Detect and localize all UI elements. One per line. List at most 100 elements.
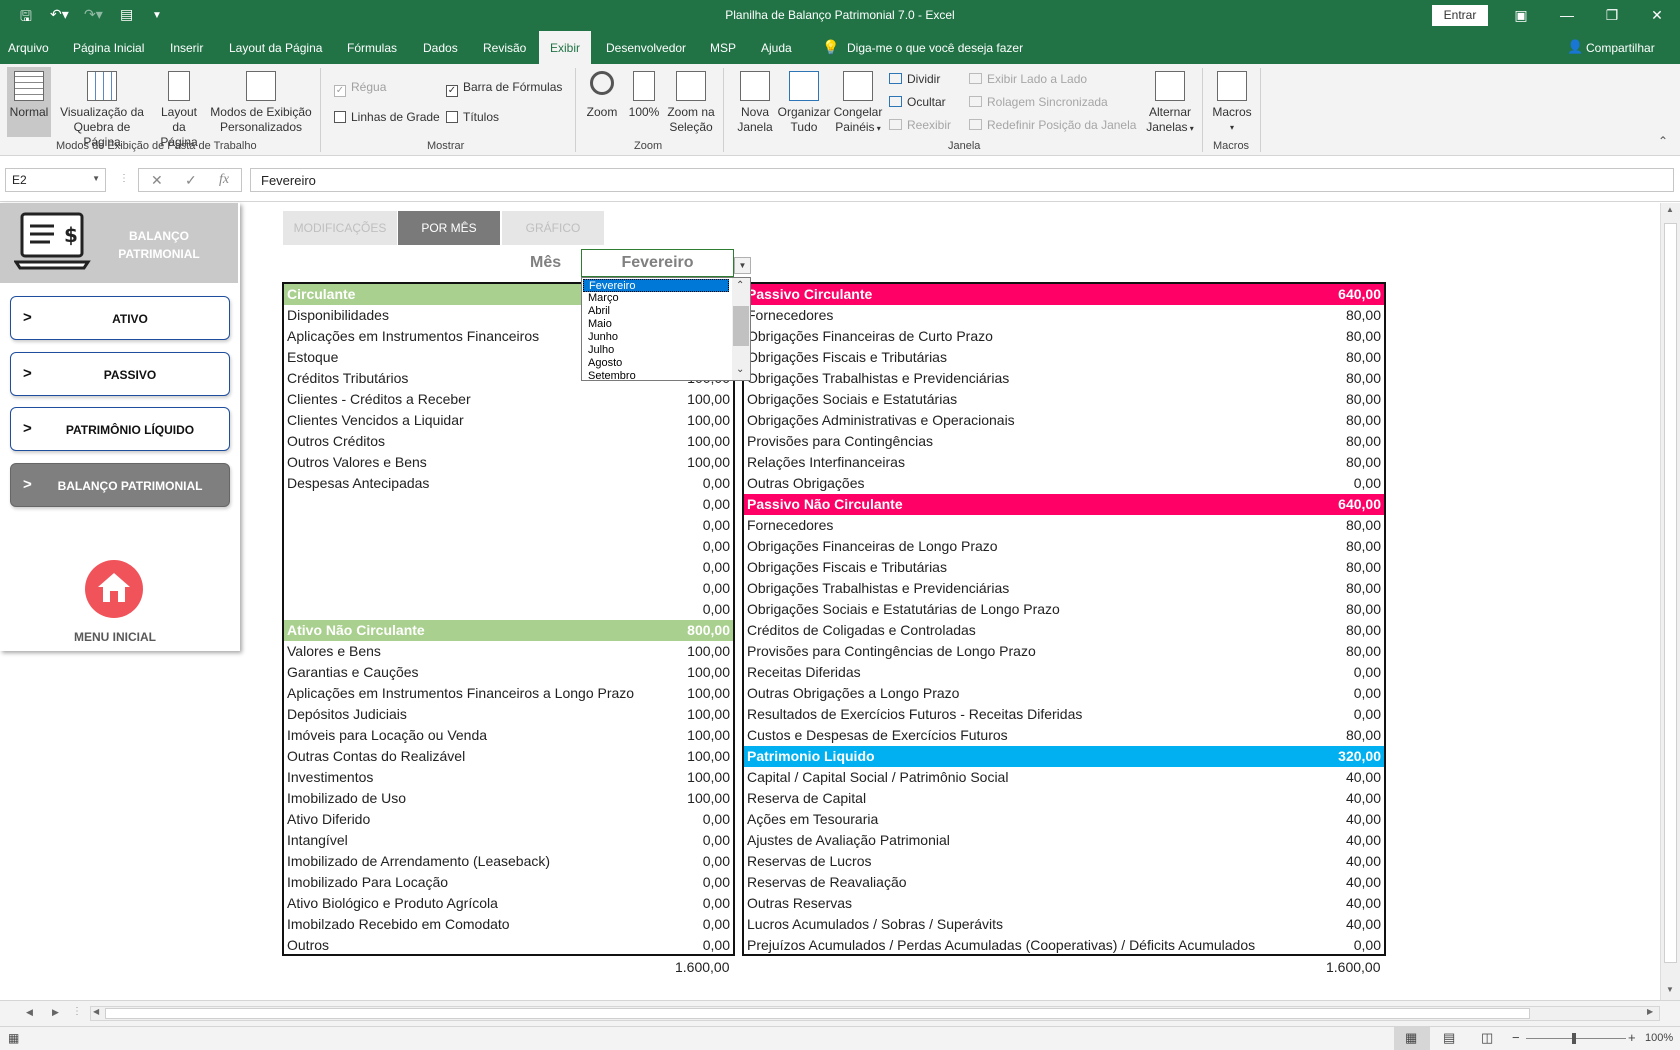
month-option[interactable]: Maio bbox=[583, 318, 729, 331]
month-option[interactable]: Junho bbox=[583, 331, 729, 344]
unhide-button[interactable]: Reexibir bbox=[889, 118, 951, 132]
hide-button[interactable]: Ocultar bbox=[889, 95, 946, 109]
zoom-slider-thumb[interactable] bbox=[1572, 1033, 1576, 1044]
home-button[interactable] bbox=[85, 560, 143, 618]
table-row[interactable]: Créditos de Coligadas e Controladas 80,00 bbox=[744, 620, 1384, 641]
scroll-down-icon[interactable]: ▼ bbox=[1666, 985, 1674, 994]
zoom-to-selection-button[interactable]: Zoom na Seleção bbox=[664, 67, 718, 135]
view-side-by-side-button[interactable]: Exibir Lado a Lado bbox=[969, 72, 1087, 86]
drag-handle-icon[interactable]: ⋮ bbox=[72, 1006, 82, 1017]
cancel-icon[interactable]: ✕ bbox=[151, 172, 163, 189]
month-option[interactable]: Março bbox=[583, 292, 729, 305]
nav-patrimonio-liquido-button[interactable]: > PATRIMÔNIO LÍQUIDO bbox=[10, 407, 230, 451]
tab-inserir[interactable]: Inserir bbox=[170, 41, 203, 55]
table-row[interactable]: Resultados de Exercícios Futuros - Recei… bbox=[744, 704, 1384, 725]
previous-sheet-icon[interactable]: ◀ bbox=[26, 1007, 33, 1018]
normal-view-status-button[interactable]: ▦ bbox=[1394, 1027, 1430, 1050]
table-row[interactable]: Outras Contas do Realizável 100,00 bbox=[284, 746, 733, 767]
vertical-scroll-thumb[interactable] bbox=[1664, 223, 1677, 963]
tab-modificacoes[interactable]: MODIFICAÇÕES bbox=[283, 211, 397, 245]
share-button[interactable]: Compartilhar bbox=[1586, 41, 1655, 55]
tab-formulas[interactable]: Fórmulas bbox=[347, 41, 397, 55]
vertical-scrollbar[interactable]: ▲ ▼ bbox=[1660, 203, 1680, 1000]
table-row[interactable]: Ajustes de Avaliação Patrimonial 40,00 bbox=[744, 830, 1384, 851]
table-row[interactable]: Imobilizado de Uso 100,00 bbox=[284, 788, 733, 809]
reset-window-position-button[interactable]: Redefinir Posição da Janela bbox=[969, 118, 1136, 132]
table-row[interactable]: Depósitos Judiciais 100,00 bbox=[284, 704, 733, 725]
collapse-ribbon-icon[interactable]: ⌃ bbox=[1658, 134, 1668, 148]
insert-function-icon[interactable]: fx bbox=[219, 172, 229, 188]
table-row[interactable]: Obrigações Fiscais e Tributárias 80,00 bbox=[744, 347, 1384, 368]
table-row[interactable]: Valores e Bens 100,00 bbox=[284, 641, 733, 662]
horizontal-scrollbar[interactable]: ◀ ▶ bbox=[90, 1006, 1660, 1021]
name-box[interactable]: E2 ▼ bbox=[5, 168, 106, 192]
formula-bar-checkbox[interactable]: ✓ Barra de Fórmulas bbox=[446, 80, 562, 97]
table-row[interactable]: Reservas de Lucros 40,00 bbox=[744, 851, 1384, 872]
month-dropdown-button[interactable]: ▼ bbox=[734, 257, 751, 274]
tab-revisao[interactable]: Revisão bbox=[483, 41, 526, 55]
enter-icon[interactable]: ✓ bbox=[185, 172, 197, 189]
scroll-right-icon[interactable]: ▶ bbox=[1647, 1007, 1653, 1016]
table-row[interactable]: Obrigações Financeiras de Curto Prazo 80,… bbox=[744, 326, 1384, 347]
table-row[interactable]: 0,00 bbox=[284, 578, 733, 599]
table-row[interactable]: Imobilzado Recebido em Comodato 0,00 bbox=[284, 914, 733, 935]
table-row[interactable]: Obrigações Trabalhistas e Previdenciária… bbox=[744, 368, 1384, 389]
table-row[interactable]: Fornecedores 80,00 bbox=[744, 305, 1384, 326]
month-option[interactable]: Setembro bbox=[583, 370, 729, 383]
ruler-checkbox[interactable]: ✓ Régua bbox=[334, 80, 386, 97]
table-row[interactable]: Obrigações Sociais e Estatutárias 80,00 bbox=[744, 389, 1384, 410]
table-row[interactable]: Lucros Acumulados / Sobras / Superávits 4… bbox=[744, 914, 1384, 935]
table-row[interactable]: Outras Reservas 40,00 bbox=[744, 893, 1384, 914]
tab-exibir[interactable]: Exibir bbox=[539, 31, 592, 64]
table-row[interactable]: Fornecedores 80,00 bbox=[744, 515, 1384, 536]
tab-msp[interactable]: MSP bbox=[710, 41, 736, 55]
table-row[interactable]: Reserva de Capital 40,00 bbox=[744, 788, 1384, 809]
table-row[interactable]: Outros 0,00 bbox=[284, 935, 733, 956]
month-select[interactable]: Fevereiro bbox=[581, 249, 734, 277]
ribbon-display-options-icon[interactable]: ▣ bbox=[1506, 4, 1536, 26]
formula-input[interactable]: Fevereiro bbox=[250, 168, 1674, 192]
table-row[interactable]: Investimentos 100,00 bbox=[284, 767, 733, 788]
close-button[interactable]: ✕ bbox=[1642, 4, 1672, 26]
minimize-button[interactable]: — bbox=[1552, 4, 1582, 26]
zoom-out-icon[interactable]: − bbox=[1512, 1030, 1520, 1045]
table-row[interactable]: Intangível 0,00 bbox=[284, 830, 733, 851]
table-row[interactable]: Outros Créditos 100,00 bbox=[284, 431, 733, 452]
tell-me-search[interactable]: Diga-me o que você deseja fazer bbox=[847, 41, 1023, 55]
tab-arquivo[interactable]: Arquivo bbox=[8, 41, 49, 55]
month-option[interactable]: Agosto bbox=[583, 357, 729, 370]
table-row[interactable]: Obrigações Sociais e Estatutárias de Lon… bbox=[744, 599, 1384, 620]
zoom-button[interactable]: Zoom bbox=[582, 67, 622, 120]
table-row[interactable]: Relações Interfinanceiras 80,00 bbox=[744, 452, 1384, 473]
tab-grafico[interactable]: GRÁFICO bbox=[502, 211, 604, 245]
table-row[interactable]: Imóveis para Locação ou Venda 100,00 bbox=[284, 725, 733, 746]
tab-ajuda[interactable]: Ajuda bbox=[761, 41, 792, 55]
tab-por-mes[interactable]: POR MÊS bbox=[398, 211, 500, 245]
chevron-down-icon[interactable]: ⌄ bbox=[736, 364, 744, 375]
freeze-panes-button[interactable]: Congelar Painéis ▾ bbox=[832, 67, 884, 136]
table-row[interactable]: Outras Obrigações 0,00 bbox=[744, 473, 1384, 494]
scroll-up-icon[interactable]: ▲ bbox=[1666, 205, 1674, 214]
next-sheet-icon[interactable]: ▶ bbox=[52, 1007, 59, 1018]
table-row[interactable]: Ações em Tesouraria 40,00 bbox=[744, 809, 1384, 830]
table-row[interactable]: Clientes - Créditos a Receber 100,00 bbox=[284, 389, 733, 410]
restore-button[interactable]: ❐ bbox=[1597, 4, 1627, 26]
nav-ativo-button[interactable]: > ATIVO bbox=[10, 296, 230, 340]
table-row[interactable]: 0,00 bbox=[284, 494, 733, 515]
nav-passivo-button[interactable]: > PASSIVO bbox=[10, 352, 230, 396]
scroll-left-icon[interactable]: ◀ bbox=[93, 1007, 99, 1016]
month-option[interactable]: Fevereiro bbox=[583, 279, 729, 292]
zoom-slider[interactable] bbox=[1526, 1038, 1626, 1039]
nav-balanco-patrimonial-button[interactable]: > BALANÇO PATRIMONIAL bbox=[10, 463, 230, 507]
page-layout-view-icon[interactable]: ▤ bbox=[1443, 1030, 1455, 1046]
table-row[interactable]: 0,00 bbox=[284, 515, 733, 536]
table-row[interactable]: Aplicações em Instrumentos Financeiros a… bbox=[284, 683, 733, 704]
headings-checkbox[interactable]: Títulos bbox=[446, 110, 499, 124]
new-window-button[interactable]: Nova Janela bbox=[732, 67, 778, 135]
table-row[interactable]: Imobilizado Para Locação 0,00 bbox=[284, 872, 733, 893]
table-row[interactable]: Capital / Capital Social / Patrimônio So… bbox=[744, 767, 1384, 788]
table-row[interactable]: Prejuízos Acumulados / Perdas Acumuladas… bbox=[744, 935, 1384, 956]
normal-view-button[interactable]: Normal bbox=[7, 67, 51, 137]
table-row[interactable]: Ativo Diferido 0,00 bbox=[284, 809, 733, 830]
custom-views-button[interactable]: Modos de Exibição Personalizados bbox=[209, 67, 313, 135]
